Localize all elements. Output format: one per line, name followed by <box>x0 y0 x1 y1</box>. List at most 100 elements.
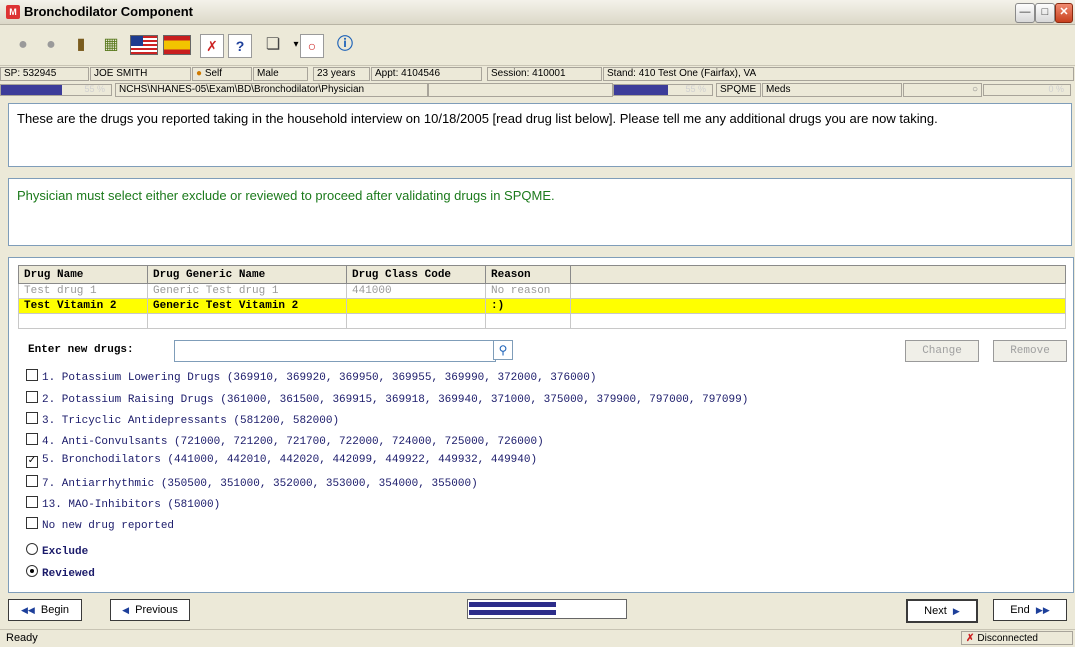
checkbox-potassium-raising[interactable]: 2. Potassium Raising Drugs (361000, 3615… <box>26 391 748 409</box>
record-icon[interactable]: ○ <box>300 34 324 58</box>
progress-bar-1: 55 % <box>0 84 112 96</box>
status-ready: Ready <box>6 632 38 644</box>
progress-bar-2: 55 % <box>613 84 713 96</box>
people-icon[interactable]: ● <box>10 32 36 58</box>
checkbox[interactable] <box>26 433 38 445</box>
grid-header-row: Drug Name Drug Generic Name Drug Class C… <box>18 265 1066 284</box>
age: 23 years <box>313 67 370 81</box>
end-button[interactable]: End ▶▶ <box>993 599 1067 621</box>
path-row: 55 % NCHS\NHANES-05\Exam\BD\Bronchodilat… <box>0 83 1075 97</box>
indicator-cell: ○ <box>903 83 982 97</box>
session: Session: 410001 <box>487 67 602 81</box>
title-bar: M Bronchodilator Component — □ ✕ <box>0 0 1075 25</box>
gender: Male <box>253 67 308 81</box>
checkbox-bronchodilators[interactable]: ✓ 5. Bronchodilators (441000, 442010, 442… <box>26 454 537 472</box>
info-icon[interactable]: ⓘ <box>332 32 358 58</box>
blank-cell <box>570 283 1066 299</box>
change-button[interactable]: Change <box>905 340 979 362</box>
progress-bar-3: 0 % <box>983 84 1071 96</box>
application-window: M Bronchodilator Component — □ ✕ ● ● ▮ ▦… <box>0 0 1075 647</box>
header-blank <box>570 265 1066 284</box>
maximize-button[interactable]: □ <box>1035 3 1055 23</box>
drug-name-cell[interactable]: Test Vitamin 2 <box>18 298 148 314</box>
search-icon[interactable]: ⚲ <box>493 340 513 360</box>
cancel-x-icon[interactable]: ✗ <box>200 34 224 58</box>
checkbox-antiarrhythmic[interactable]: 7. Antiarrhythmic (350500, 351000, 35200… <box>26 475 478 493</box>
checkbox[interactable] <box>26 391 38 403</box>
window-title: Bronchodilator Component <box>24 4 193 19</box>
checkbox[interactable] <box>26 412 38 424</box>
us-flag-icon[interactable] <box>130 35 158 55</box>
participant-info-row: SP: 532945 JOE SMITH ● Self Male 23 year… <box>0 67 1075 81</box>
connection-status: ✗ Disconnected <box>961 631 1073 645</box>
minimize-button[interactable]: — <box>1015 3 1035 23</box>
participant-name: JOE SMITH <box>90 67 191 81</box>
progress-fill-1 <box>1 85 62 95</box>
navigation-bar: ◀◀ Begin ◀ Previous Next ▶ End ▶▶ <box>0 595 1075 627</box>
class-code-cell[interactable]: 441000 <box>346 283 486 299</box>
checkbox-tricyclic[interactable]: 3. Tricyclic Antidepressants (581200, 58… <box>26 412 339 430</box>
new-drug-input[interactable] <box>174 340 496 362</box>
component-path: NCHS\NHANES-05\Exam\BD\Bronchodilator\Ph… <box>115 83 428 97</box>
next-button[interactable]: Next ▶ <box>906 599 978 623</box>
prev-arrow-icon: ◀ <box>122 605 129 615</box>
status-bar: Ready ✗ Disconnected <box>0 629 1075 647</box>
book-icon[interactable]: ▮ <box>68 32 94 58</box>
reason-cell[interactable]: :) <box>485 298 571 314</box>
close-button[interactable]: ✕ <box>1055 3 1073 23</box>
blank-cell <box>570 298 1066 314</box>
progress-bar-bottom <box>469 610 556 615</box>
next-arrow-icon: ▶ <box>952 606 960 616</box>
table-row[interactable]: Test drug 1 Generic Test drug 1 441000 N… <box>18 283 1066 299</box>
header-class-code[interactable]: Drug Class Code <box>346 265 486 284</box>
remove-button[interactable]: Remove <box>993 340 1067 362</box>
generic-name-cell[interactable]: Generic Test drug 1 <box>147 283 347 299</box>
question-panel: These are the drugs you reported taking … <box>8 103 1072 167</box>
checkbox-anticonvulsants[interactable]: 4. Anti-Convulsants (721000, 721200, 721… <box>26 433 544 451</box>
sp-id: SP: 532945 <box>0 67 89 81</box>
radio-reviewed[interactable]: Reviewed <box>26 565 95 583</box>
drug-name-cell[interactable]: Test drug 1 <box>18 283 148 299</box>
checkbox[interactable] <box>26 369 38 381</box>
header-reason[interactable]: Reason <box>485 265 571 284</box>
last-arrow-icon: ▶▶ <box>1035 605 1050 615</box>
class-code-cell[interactable] <box>346 298 486 314</box>
self-badge: ● Self <box>192 67 252 81</box>
radio-button[interactable] <box>26 565 38 577</box>
checkbox-potassium-lowering[interactable]: 1. Potassium Lowering Drugs (369910, 369… <box>26 369 597 387</box>
checkbox[interactable]: ✓ <box>26 456 38 468</box>
radio-exclude[interactable]: Exclude <box>26 543 88 561</box>
progress-label-3: 0 % <box>1048 84 1064 94</box>
calculator-icon[interactable]: ▦ <box>98 32 124 58</box>
checkbox[interactable] <box>26 517 38 529</box>
appointment: Appt: 4104546 <box>371 67 482 81</box>
header-drug-name[interactable]: Drug Name <box>18 265 148 284</box>
spain-flag-icon[interactable] <box>163 35 191 55</box>
spqme-label: SPQME <box>716 83 761 97</box>
empty-row <box>18 313 1066 329</box>
circle-indicator-icon: ○ <box>971 84 978 95</box>
help-icon[interactable]: ? <box>228 34 252 58</box>
first-arrow-icon: ◀◀ <box>20 605 35 615</box>
enter-drugs-label: Enter new drugs: <box>28 344 134 356</box>
blank-cell <box>428 83 613 97</box>
navigation-progress <box>467 599 627 619</box>
header-generic-name[interactable]: Drug Generic Name <box>147 265 347 284</box>
checkbox-no-new-drug[interactable]: No new drug reported <box>26 517 174 535</box>
begin-button[interactable]: ◀◀ Begin <box>8 599 82 621</box>
app-logo-icon: M <box>6 5 20 19</box>
meds-label: Meds <box>762 83 902 97</box>
progress-label-2: 55 % <box>685 84 706 94</box>
generic-name-cell[interactable]: Generic Test Vitamin 2 <box>147 298 347 314</box>
person-icon[interactable]: ● <box>38 32 64 58</box>
reason-cell[interactable]: No reason <box>485 283 571 299</box>
checkbox-mao-inhibitors[interactable]: 13. MAO-Inhibitors (581000) <box>26 496 220 514</box>
drug-grid: Drug Name Drug Generic Name Drug Class C… <box>18 265 1066 329</box>
disconnected-icon: ✗ <box>966 633 975 644</box>
radio-button[interactable] <box>26 543 38 555</box>
previous-button[interactable]: ◀ Previous <box>110 599 190 621</box>
checkbox[interactable] <box>26 475 38 487</box>
checkbox[interactable] <box>26 496 38 508</box>
progress-label-1: 55 % <box>84 84 105 94</box>
table-row[interactable]: Test Vitamin 2 Generic Test Vitamin 2 :) <box>18 298 1066 314</box>
